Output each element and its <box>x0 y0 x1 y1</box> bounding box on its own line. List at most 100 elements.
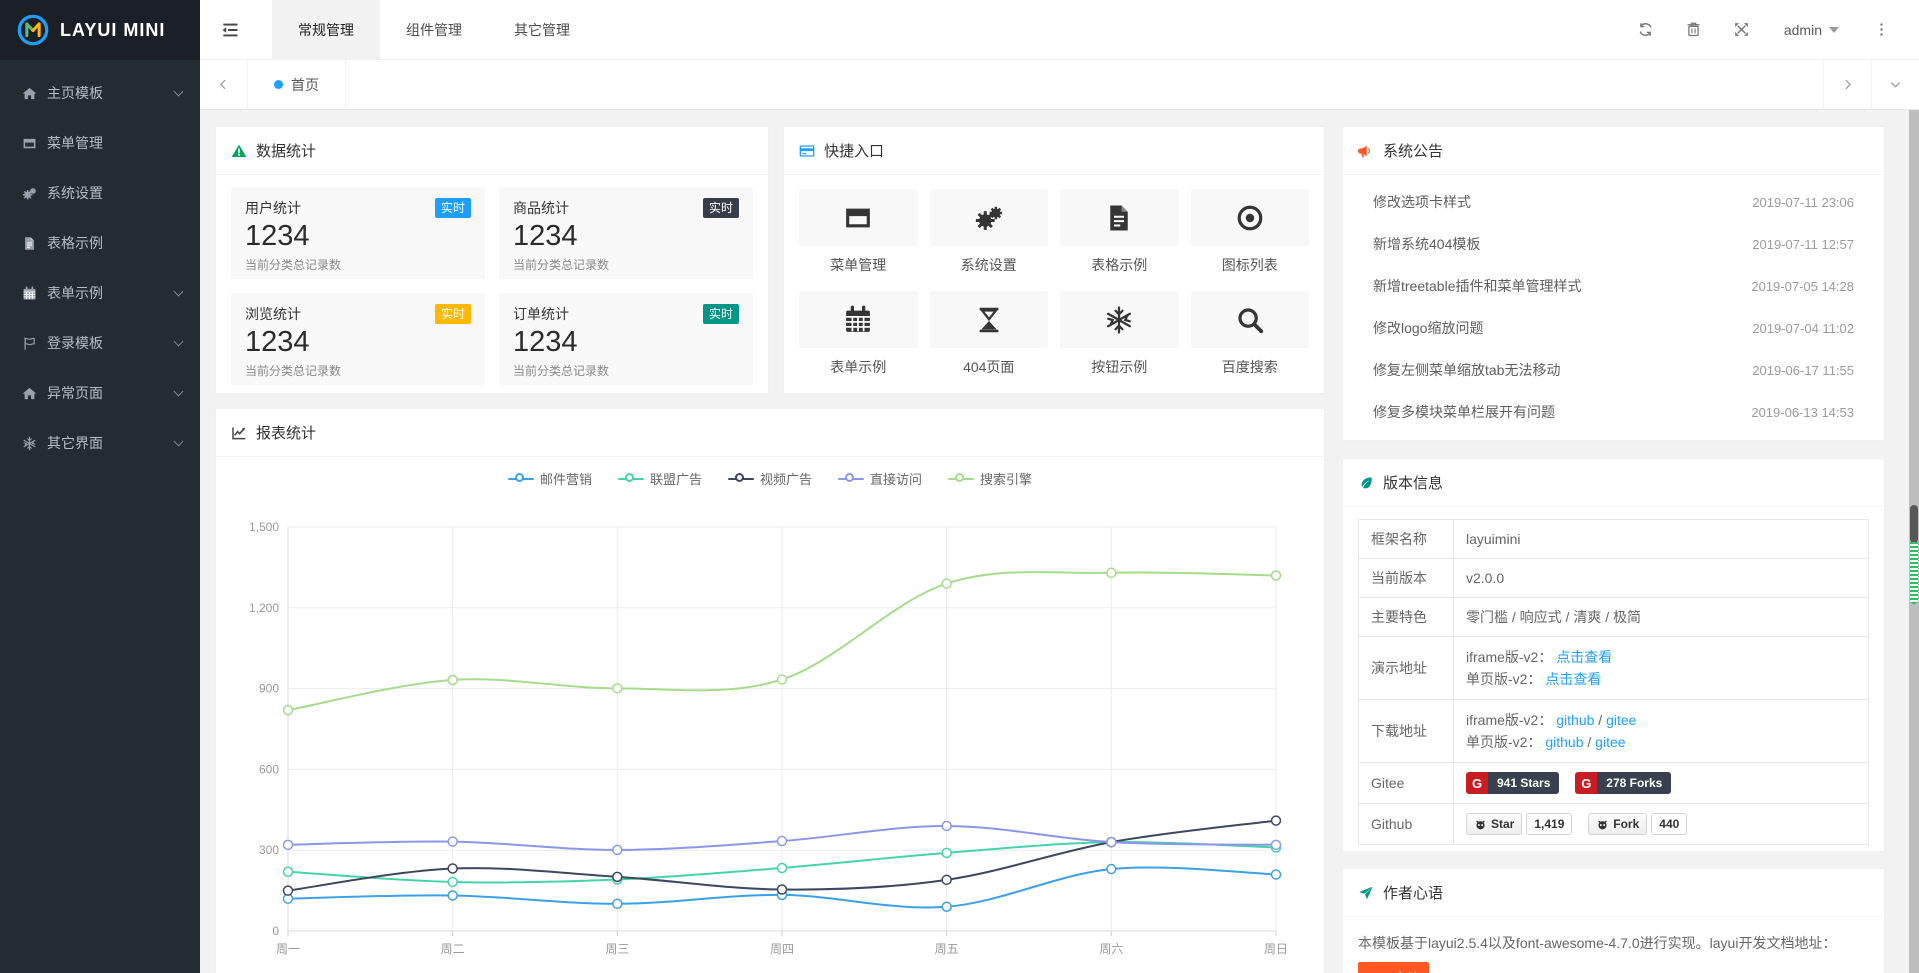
stat-card-orders[interactable]: 订单统计 实时 1234 当前分类总记录数 <box>499 293 753 385</box>
sidebar-item-other-pages[interactable]: 其它界面 <box>0 418 200 468</box>
stat-card-views[interactable]: 浏览统计 实时 1234 当前分类总记录数 <box>231 293 485 385</box>
tabs-menu-button[interactable] <box>1871 60 1919 109</box>
stat-description: 当前分类总记录数 <box>245 362 471 379</box>
announcement-item[interactable]: 修复左侧菜单缩放tab无法移动 2019-06-17 11:55 <box>1343 349 1884 391</box>
quick-entry-404-page[interactable]: 404页面 <box>930 291 1049 377</box>
snowflake-icon <box>22 436 37 451</box>
github-link[interactable]: github <box>1545 734 1583 750</box>
collapse-sidebar-button[interactable] <box>200 0 260 59</box>
quick-entry-icon-list[interactable]: 图标列表 <box>1191 189 1310 275</box>
panel-header: 数据统计 <box>216 127 768 175</box>
github-star-count[interactable]: 1,419 <box>1526 813 1572 835</box>
tabs-scroll-right-button[interactable] <box>1823 60 1871 109</box>
gitee-stars-badge[interactable]: G 941 Stars <box>1466 772 1559 794</box>
sidebar-item-menu-management[interactable]: 菜单管理 <box>0 118 200 168</box>
layui-docs-badge[interactable]: layui文档 <box>1358 962 1429 973</box>
badge-text: 941 Stars <box>1488 772 1559 794</box>
svg-text:周六: 周六 <box>1099 942 1123 956</box>
more-options-button[interactable] <box>1857 0 1905 60</box>
table-row: 下载地址 iframe版-v2： github / gitee 单页版-v2： … <box>1359 700 1869 763</box>
topnav-item-other[interactable]: 其它管理 <box>488 0 596 59</box>
quick-entry-label: 菜单管理 <box>799 255 918 275</box>
app-root: LAYUI MINI 主页模板 菜单管理 系统设置 表格示例 <box>0 0 1919 973</box>
announcement-list: 修改选项卡样式 2019-07-11 23:06 新增系统404模板 2019-… <box>1343 175 1884 439</box>
svg-text:600: 600 <box>259 762 279 776</box>
download-links-cell: iframe版-v2： github / gitee 单页版-v2： githu… <box>1454 700 1869 763</box>
svg-text:300: 300 <box>259 843 279 857</box>
stat-value: 1234 <box>513 326 739 359</box>
fullscreen-button[interactable] <box>1718 0 1766 60</box>
demo-link[interactable]: 点击查看 <box>1545 671 1601 687</box>
announcement-item[interactable]: 新增treetable插件和菜单管理样式 2019-07-05 14:28 <box>1343 265 1884 307</box>
legend-marker <box>838 473 864 485</box>
announcement-text: 新增系统404模板 <box>1373 234 1480 254</box>
quick-entry-table-examples[interactable]: 表格示例 <box>1060 189 1179 275</box>
announcement-item[interactable]: 修复多模块菜单栏展开有问题 2019-06-13 14:53 <box>1343 391 1884 433</box>
flag-icon <box>22 336 37 351</box>
announcement-item[interactable]: 修改logo缩放问题 2019-07-04 11:02 <box>1343 307 1884 349</box>
sidebar-item-error-pages[interactable]: 异常页面 <box>0 368 200 418</box>
github-fork-button[interactable]: Fork <box>1588 813 1647 835</box>
gitee-badges-cell: G 941 Stars G 278 Forks <box>1454 763 1869 804</box>
svg-text:1,500: 1,500 <box>249 520 279 534</box>
quick-entry-button-examples[interactable]: 按钮示例 <box>1060 291 1179 377</box>
github-star-widget: Star 1,419 <box>1466 813 1572 835</box>
scrollbar-thumb[interactable] <box>1910 505 1918 543</box>
panel-header: 作者心语 <box>1343 869 1884 917</box>
quick-entry-form-examples[interactable]: 表单示例 <box>799 291 918 377</box>
bullhorn-icon <box>1358 143 1374 159</box>
demo-link[interactable]: 点击查看 <box>1556 649 1612 665</box>
topnav-item-components[interactable]: 组件管理 <box>380 0 488 59</box>
clear-cache-button[interactable] <box>1670 0 1718 60</box>
sidebar-item-table-examples[interactable]: 表格示例 <box>0 218 200 268</box>
sidebar-item-home-templates[interactable]: 主页模板 <box>0 68 200 118</box>
gitee-logo: G <box>1466 772 1488 794</box>
trash-icon <box>1685 21 1702 38</box>
refresh-button[interactable] <box>1622 0 1670 60</box>
legend-item-direct[interactable]: 直接访问 <box>838 469 922 488</box>
stat-card-users[interactable]: 用户统计 实时 1234 当前分类总记录数 <box>231 187 485 279</box>
legend-item-search-engine[interactable]: 搜索引擎 <box>948 469 1032 488</box>
github-fork-count[interactable]: 440 <box>1651 813 1687 835</box>
sidebar-item-form-examples[interactable]: 表单示例 <box>0 268 200 318</box>
github-star-button[interactable]: Star <box>1466 813 1522 835</box>
legend-item-video[interactable]: 视频广告 <box>728 469 812 488</box>
panel-title: 数据统计 <box>256 140 316 161</box>
stat-description: 当前分类总记录数 <box>513 256 739 273</box>
table-row: 演示地址 iframe版-v2： 点击查看 单页版-v2： 点击查看 <box>1359 637 1869 700</box>
sidebar-item-system-settings[interactable]: 系统设置 <box>0 168 200 218</box>
legend-label: 联盟广告 <box>650 469 702 488</box>
gitee-link[interactable]: gitee <box>1595 734 1625 750</box>
quick-entry-label: 表格示例 <box>1060 255 1179 275</box>
sidebar-item-login-templates[interactable]: 登录模板 <box>0 318 200 368</box>
dot-circle-icon <box>1235 203 1265 233</box>
legend-item-email[interactable]: 邮件营销 <box>508 469 592 488</box>
tab-bar: 首页 <box>200 60 1919 110</box>
sidebar-menu: 主页模板 菜单管理 系统设置 表格示例 表单示例 <box>0 60 200 468</box>
link-prefix: 单页版-v2： <box>1466 671 1541 687</box>
quick-entry-panel: 快捷入口 菜单管理 系统设置 表格示例 图标列表 <box>783 126 1325 394</box>
legend-item-affiliate[interactable]: 联盟广告 <box>618 469 702 488</box>
announcement-item[interactable]: 新增系统404模板 2019-07-11 12:57 <box>1343 223 1884 265</box>
page-scrollbar[interactable] <box>1909 110 1919 973</box>
main-features: 零门槛 / 响应式 / 清爽 / 极简 <box>1454 598 1869 637</box>
announcement-item[interactable]: 修改选项卡样式 2019-07-11 23:06 <box>1343 181 1884 223</box>
quick-entry-baidu-search[interactable]: 百度搜索 <box>1191 291 1310 377</box>
tabs-scroll-left-button[interactable] <box>200 60 248 109</box>
github-link[interactable]: github <box>1556 712 1594 728</box>
user-menu[interactable]: admin <box>1766 0 1857 60</box>
quick-entry-system-settings[interactable]: 系统设置 <box>930 189 1049 275</box>
sidebar-item-label: 表格示例 <box>47 233 182 253</box>
row-label: 框架名称 <box>1359 520 1454 559</box>
gitee-link[interactable]: gitee <box>1606 712 1636 728</box>
tab-home[interactable]: 首页 <box>248 60 346 109</box>
table-row: Github Star 1,419 <box>1359 804 1869 845</box>
stat-card-products[interactable]: 商品统计 实时 1234 当前分类总记录数 <box>499 187 753 279</box>
topnav-item-general[interactable]: 常规管理 <box>272 0 380 59</box>
quick-entry-menu-management[interactable]: 菜单管理 <box>799 189 918 275</box>
logo[interactable]: LAYUI MINI <box>0 0 200 60</box>
sidebar-item-label: 登录模板 <box>47 333 175 353</box>
gitee-forks-badge[interactable]: G 278 Forks <box>1575 772 1671 794</box>
paper-plane-icon <box>1358 885 1374 901</box>
announcement-text: 新增treetable插件和菜单管理样式 <box>1373 276 1581 296</box>
